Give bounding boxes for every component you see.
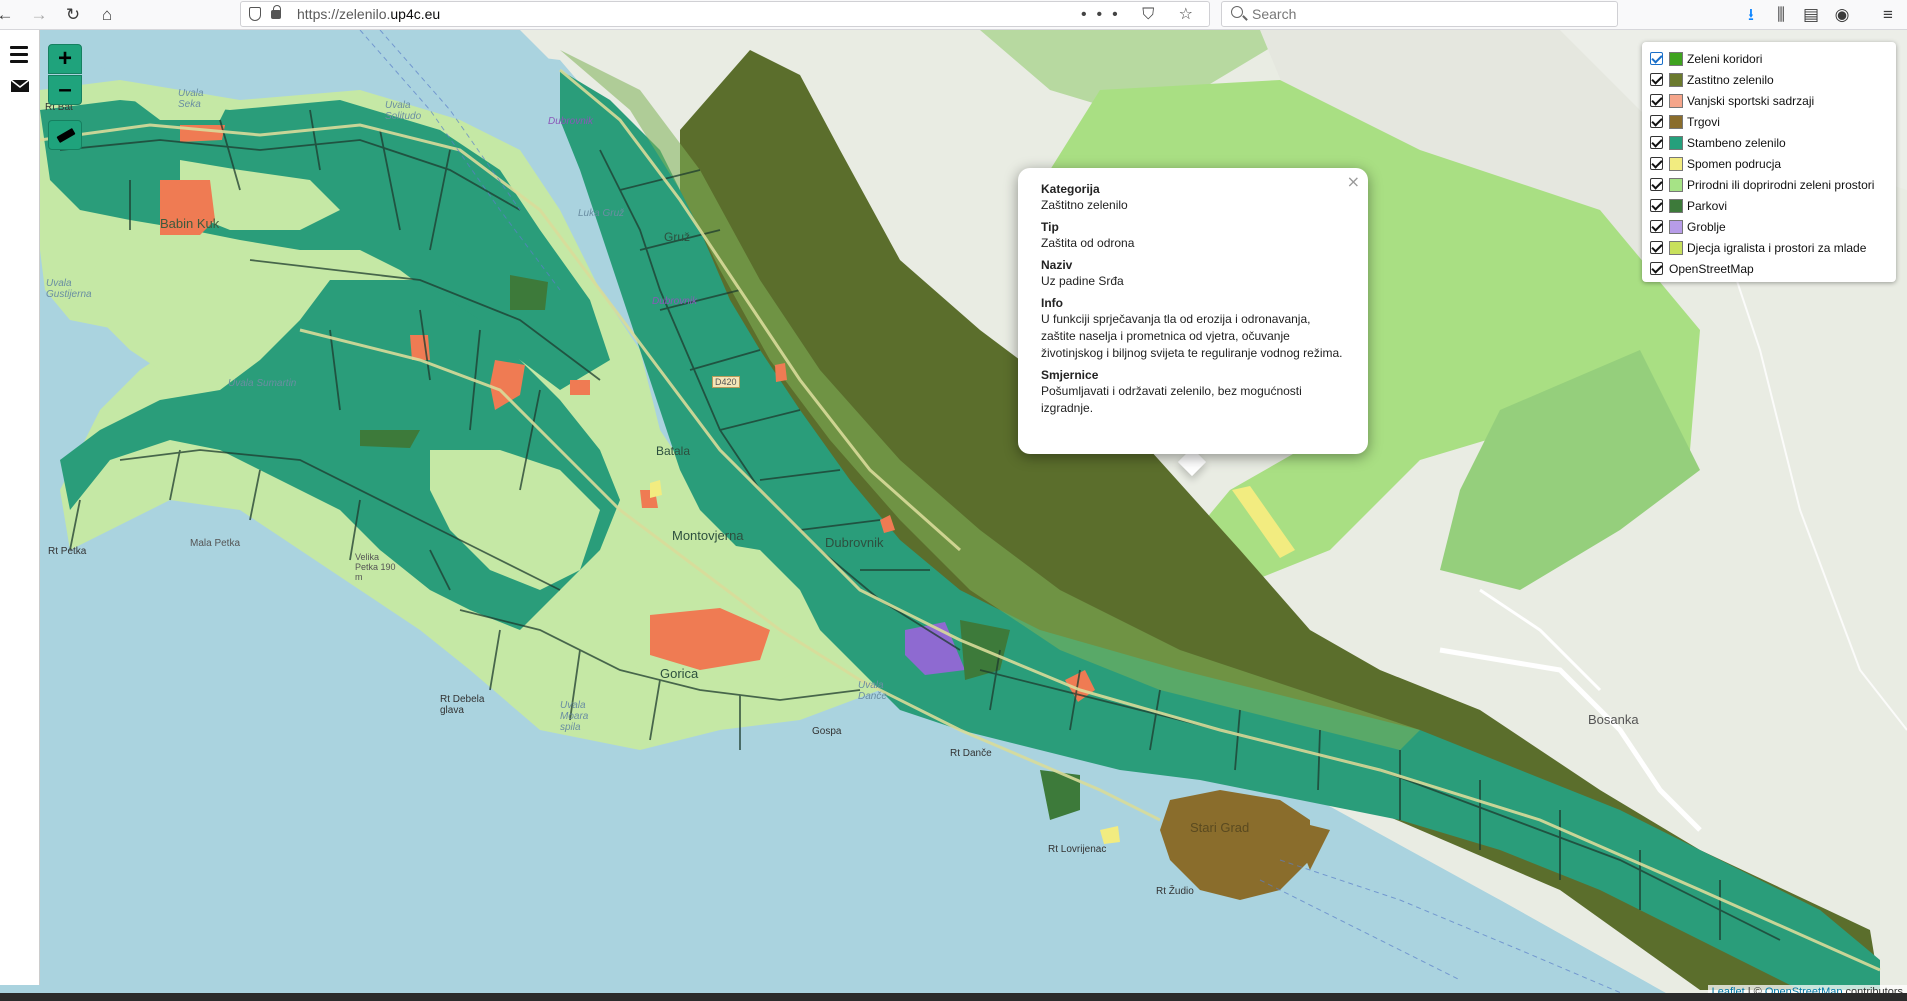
layer-label: Groblje: [1687, 219, 1726, 234]
legend-swatch: [1669, 51, 1683, 66]
layer-checkbox[interactable]: [1650, 52, 1663, 65]
taskbar-strip: [0, 993, 1907, 1001]
layer-row[interactable]: Groblje: [1650, 216, 1896, 237]
layer-label: Trgovi: [1687, 114, 1720, 129]
layer-label: Parkovi: [1687, 198, 1728, 213]
popup-close-button[interactable]: ×: [1347, 172, 1360, 191]
feature-popup: × Kategorija Zaštitno zelenilo Tip Zaštita …: [1018, 168, 1368, 454]
popup-field-heading: Kategorija: [1041, 182, 1100, 196]
layer-checkbox[interactable]: [1650, 220, 1663, 233]
measure-button[interactable]: [48, 120, 82, 150]
menu-icon[interactable]: [10, 46, 30, 64]
legend-swatch: [1669, 156, 1683, 171]
downloads-icon[interactable]: ⭳: [1738, 3, 1764, 27]
layer-label: Prirodni ili doprirodni zeleni prostori: [1687, 177, 1875, 192]
layer-checkbox[interactable]: [1650, 178, 1663, 191]
lock-icon[interactable]: [271, 5, 281, 19]
layer-label: OpenStreetMap: [1669, 261, 1754, 276]
popup-field-heading: Tip: [1041, 220, 1059, 234]
search-bar[interactable]: [1221, 1, 1618, 27]
legend-swatch: [1669, 240, 1683, 255]
layer-row[interactable]: Djecja igralista i prostori za mlade: [1650, 237, 1896, 258]
popup-field-value: Pošumljavati i održavati zelenilo, bez m…: [1041, 384, 1302, 415]
app-sidebar: [0, 30, 40, 985]
popup-field-heading: Naziv: [1041, 258, 1073, 272]
home-icon[interactable]: ⌂: [94, 3, 120, 27]
popup-field-value: U funkciji sprječavanja tla od erozija i…: [1041, 312, 1343, 360]
layer-checkbox[interactable]: [1650, 94, 1663, 107]
page-actions-icons[interactable]: ••• ⛉ ☆: [1081, 4, 1203, 24]
legend-swatch: [1669, 72, 1683, 87]
legend-swatch: [1669, 114, 1683, 129]
popup-field-value: Zaštita od odrona: [1041, 236, 1135, 250]
layer-checkbox[interactable]: [1650, 241, 1663, 254]
tracking-shield-icon[interactable]: [249, 7, 261, 21]
layer-row[interactable]: Zeleni koridori: [1650, 48, 1896, 69]
layer-label: Vanjski sportski sadrzaji: [1687, 93, 1815, 108]
menu-icon[interactable]: ≡: [1875, 3, 1901, 27]
back-icon[interactable]: ←: [0, 3, 18, 27]
popup-field-value: Zaštitno zelenilo: [1041, 198, 1128, 212]
layer-checkbox[interactable]: [1650, 115, 1663, 128]
layer-row-basemap[interactable]: OpenStreetMap: [1650, 258, 1896, 279]
search-input[interactable]: [1252, 4, 1602, 24]
layer-row[interactable]: Vanjski sportski sadrzaji: [1650, 90, 1896, 111]
legend-swatch: [1669, 135, 1683, 150]
url-text[interactable]: https://zelenilo.up4c.eu: [297, 6, 440, 22]
legend-swatch: [1669, 177, 1683, 192]
layer-label: Zastitno zelenilo: [1687, 72, 1774, 87]
layer-row[interactable]: Stambeno zelenilo: [1650, 132, 1896, 153]
account-icon[interactable]: ◉: [1829, 3, 1855, 27]
map-viewport[interactable]: Babin Kuk Uvala Sumartin Rt Petka Mala P…: [0, 30, 1907, 1001]
browser-toolbar: ← → ↻ ⌂ https://zelenilo.up4c.eu ••• ⛉ ☆…: [0, 0, 1907, 30]
mail-icon[interactable]: [10, 78, 30, 96]
library-icon[interactable]: ⫼: [1768, 3, 1794, 27]
layer-control: Zeleni koridori Zastitno zelenilo Vanjski …: [1642, 42, 1896, 282]
address-bar[interactable]: https://zelenilo.up4c.eu ••• ⛉ ☆: [240, 1, 1210, 27]
reload-icon[interactable]: ↻: [60, 3, 86, 27]
layer-checkbox[interactable]: [1650, 73, 1663, 86]
layer-checkbox[interactable]: [1650, 199, 1663, 212]
layer-label: Zeleni koridori: [1687, 51, 1763, 66]
legend-swatch: [1669, 93, 1683, 108]
legend-swatch: [1669, 198, 1683, 213]
zoom-out-button[interactable]: –: [48, 75, 82, 105]
layer-row[interactable]: Trgovi: [1650, 111, 1896, 132]
zoom-in-button[interactable]: +: [48, 44, 82, 74]
layer-label: Djecja igralista i prostori za mlade: [1687, 240, 1867, 255]
layer-checkbox[interactable]: [1650, 157, 1663, 170]
legend-swatch: [1669, 219, 1683, 234]
layer-label: Spomen podrucja: [1687, 156, 1782, 171]
layer-row[interactable]: Zastitno zelenilo: [1650, 69, 1896, 90]
layer-label: Stambeno zelenilo: [1687, 135, 1786, 150]
layer-checkbox[interactable]: [1650, 136, 1663, 149]
map-tiles: [0, 30, 1907, 1001]
popup-field-heading: Smjernice: [1041, 368, 1099, 382]
forward-icon[interactable]: →: [26, 3, 52, 27]
ruler-icon: [56, 127, 76, 144]
layer-checkbox[interactable]: [1650, 262, 1663, 275]
sidebar-toggle-icon[interactable]: ▤: [1798, 3, 1824, 27]
layer-row[interactable]: Prirodni ili doprirodni zeleni prostori: [1650, 174, 1896, 195]
popup-field-value: Uz padine Srđa: [1041, 274, 1124, 288]
search-icon: [1231, 6, 1243, 18]
popup-field-heading: Info: [1041, 296, 1063, 310]
layer-row[interactable]: Parkovi: [1650, 195, 1896, 216]
layer-row[interactable]: Spomen podrucja: [1650, 153, 1896, 174]
